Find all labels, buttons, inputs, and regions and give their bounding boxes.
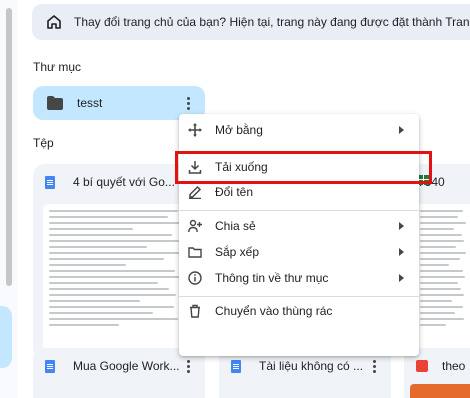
folder-name: tesst: [77, 96, 103, 110]
rename-icon: [189, 185, 202, 199]
highlight-box: [175, 151, 432, 184]
menu-label: Chuyển vào thùng rác: [215, 304, 333, 318]
chevron-right-icon: [399, 274, 404, 282]
menu-item-open-with[interactable]: Mở bằng: [179, 116, 419, 144]
menu-divider: [179, 210, 419, 211]
file-more-icon[interactable]: [180, 358, 196, 374]
info-icon: [188, 271, 202, 285]
file-title: Tài liệu không có ...: [259, 359, 364, 373]
share-icon: [188, 219, 202, 233]
image-icon: [416, 360, 428, 372]
home-icon: [47, 15, 61, 29]
chevron-right-icon: [399, 222, 404, 230]
menu-label: Thông tin về thư mục: [215, 271, 329, 285]
home-banner[interactable]: Thay đổi trang chủ của bạn? Hiện tại, tr…: [32, 4, 470, 40]
folder-icon: [188, 247, 202, 258]
menu-label: Đổi tên: [215, 185, 254, 199]
chevron-right-icon: [399, 248, 404, 256]
menu-label: Mở bằng: [215, 123, 263, 137]
image-thumbnail: [410, 384, 470, 398]
folders-heading: Thư mục: [33, 60, 82, 74]
nav-selection-pill[interactable]: [0, 306, 12, 368]
trash-icon: [190, 304, 200, 318]
files-heading: Tệp: [33, 136, 54, 150]
menu-item-share[interactable]: Chia sẻ: [179, 212, 419, 240]
docs-icon: [45, 175, 55, 189]
file-thumbnail: [43, 204, 195, 360]
menu-item-folder-info[interactable]: Thông tin về thư mục: [179, 264, 419, 292]
banner-text: Thay đổi trang chủ của bạn? Hiện tại, tr…: [74, 15, 470, 29]
docs-icon: [231, 359, 241, 373]
menu-label: Sắp xếp: [215, 245, 260, 259]
folder-icon: [47, 96, 63, 110]
folder-more-icon[interactable]: [180, 95, 196, 111]
file-more-icon[interactable]: [366, 358, 382, 374]
menu-item-organize[interactable]: Sắp xếp: [179, 238, 419, 266]
menu-item-move-to-trash[interactable]: Chuyển vào thùng rác: [179, 297, 419, 325]
file-thumbnail: [414, 204, 470, 360]
drive-home-view: Thay đổi trang chủ của bạn? Hiện tại, tr…: [0, 0, 470, 398]
scrollbar[interactable]: [6, 8, 12, 286]
menu-label: Chia sẻ: [215, 219, 256, 233]
chevron-right-icon: [399, 126, 404, 134]
file-title: 4 bí quyết với Go...: [73, 175, 175, 189]
left-rail: [0, 0, 18, 398]
docs-icon: [45, 359, 55, 373]
move-icon: [188, 123, 202, 137]
file-title: theo: [442, 359, 466, 373]
file-title: Mua Google Work...: [73, 359, 180, 373]
